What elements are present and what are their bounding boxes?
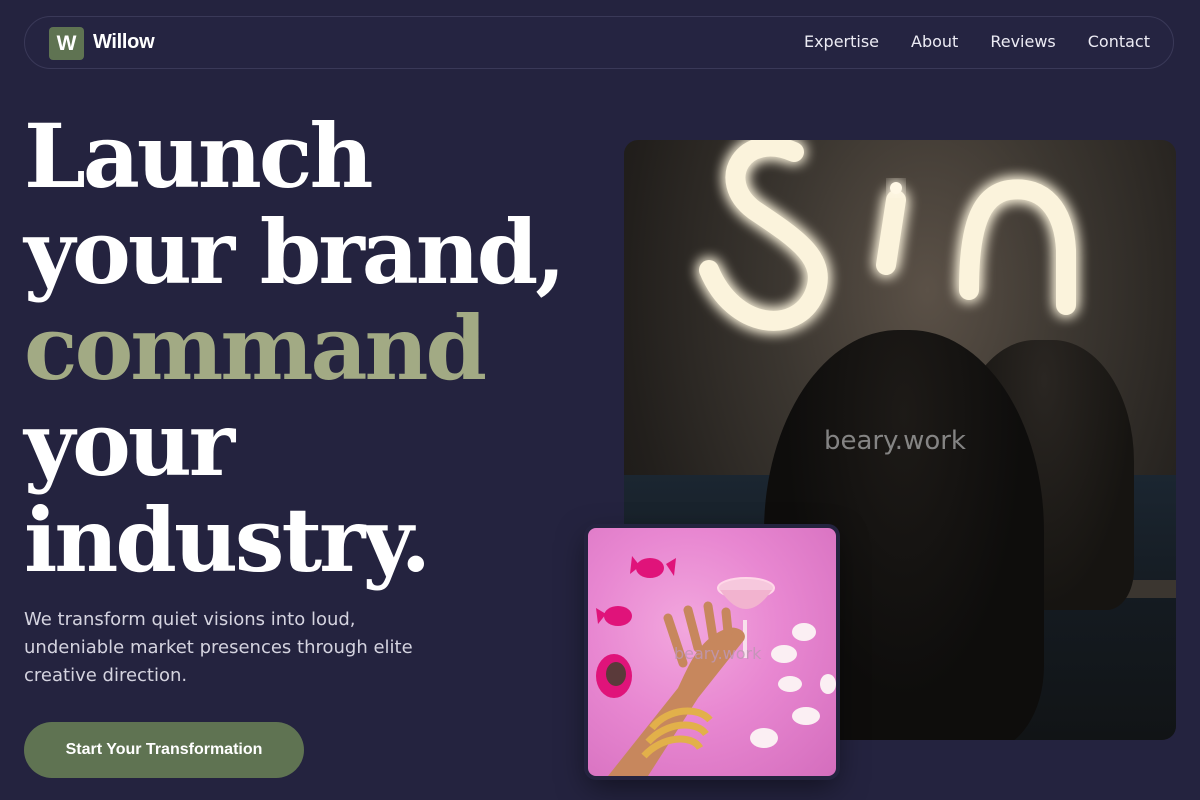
- headline-line-5: industry.: [24, 488, 431, 592]
- headline-line-2: your brand,: [24, 200, 566, 304]
- nav-link-reviews[interactable]: Reviews: [990, 32, 1055, 51]
- hero-headline: Launch your brand, command your industry…: [24, 104, 566, 592]
- main-photo-watermark: beary.work: [824, 426, 966, 456]
- hero-secondary-photo: beary.work: [588, 528, 836, 776]
- hero-subcopy: We transform quiet visions into loud, un…: [24, 609, 413, 686]
- headline-line-4: your: [24, 392, 235, 496]
- nav-link-about[interactable]: About: [911, 32, 958, 51]
- logo-mark[interactable]: W: [49, 27, 84, 60]
- nav-links: Expertise About Reviews Contact: [772, 32, 1150, 51]
- start-transformation-button[interactable]: Start Your Transformation: [24, 722, 304, 778]
- logo-name[interactable]: Willow: [93, 31, 155, 54]
- nav-link-contact[interactable]: Contact: [1088, 32, 1150, 51]
- small-photo-watermark: beary.work: [674, 644, 762, 663]
- headline-line-1: Launch: [24, 104, 373, 208]
- nav-link-expertise[interactable]: Expertise: [804, 32, 879, 51]
- headline-accent-line: command: [24, 296, 487, 400]
- top-nav: W Willow Expertise About Reviews Contact: [24, 16, 1174, 69]
